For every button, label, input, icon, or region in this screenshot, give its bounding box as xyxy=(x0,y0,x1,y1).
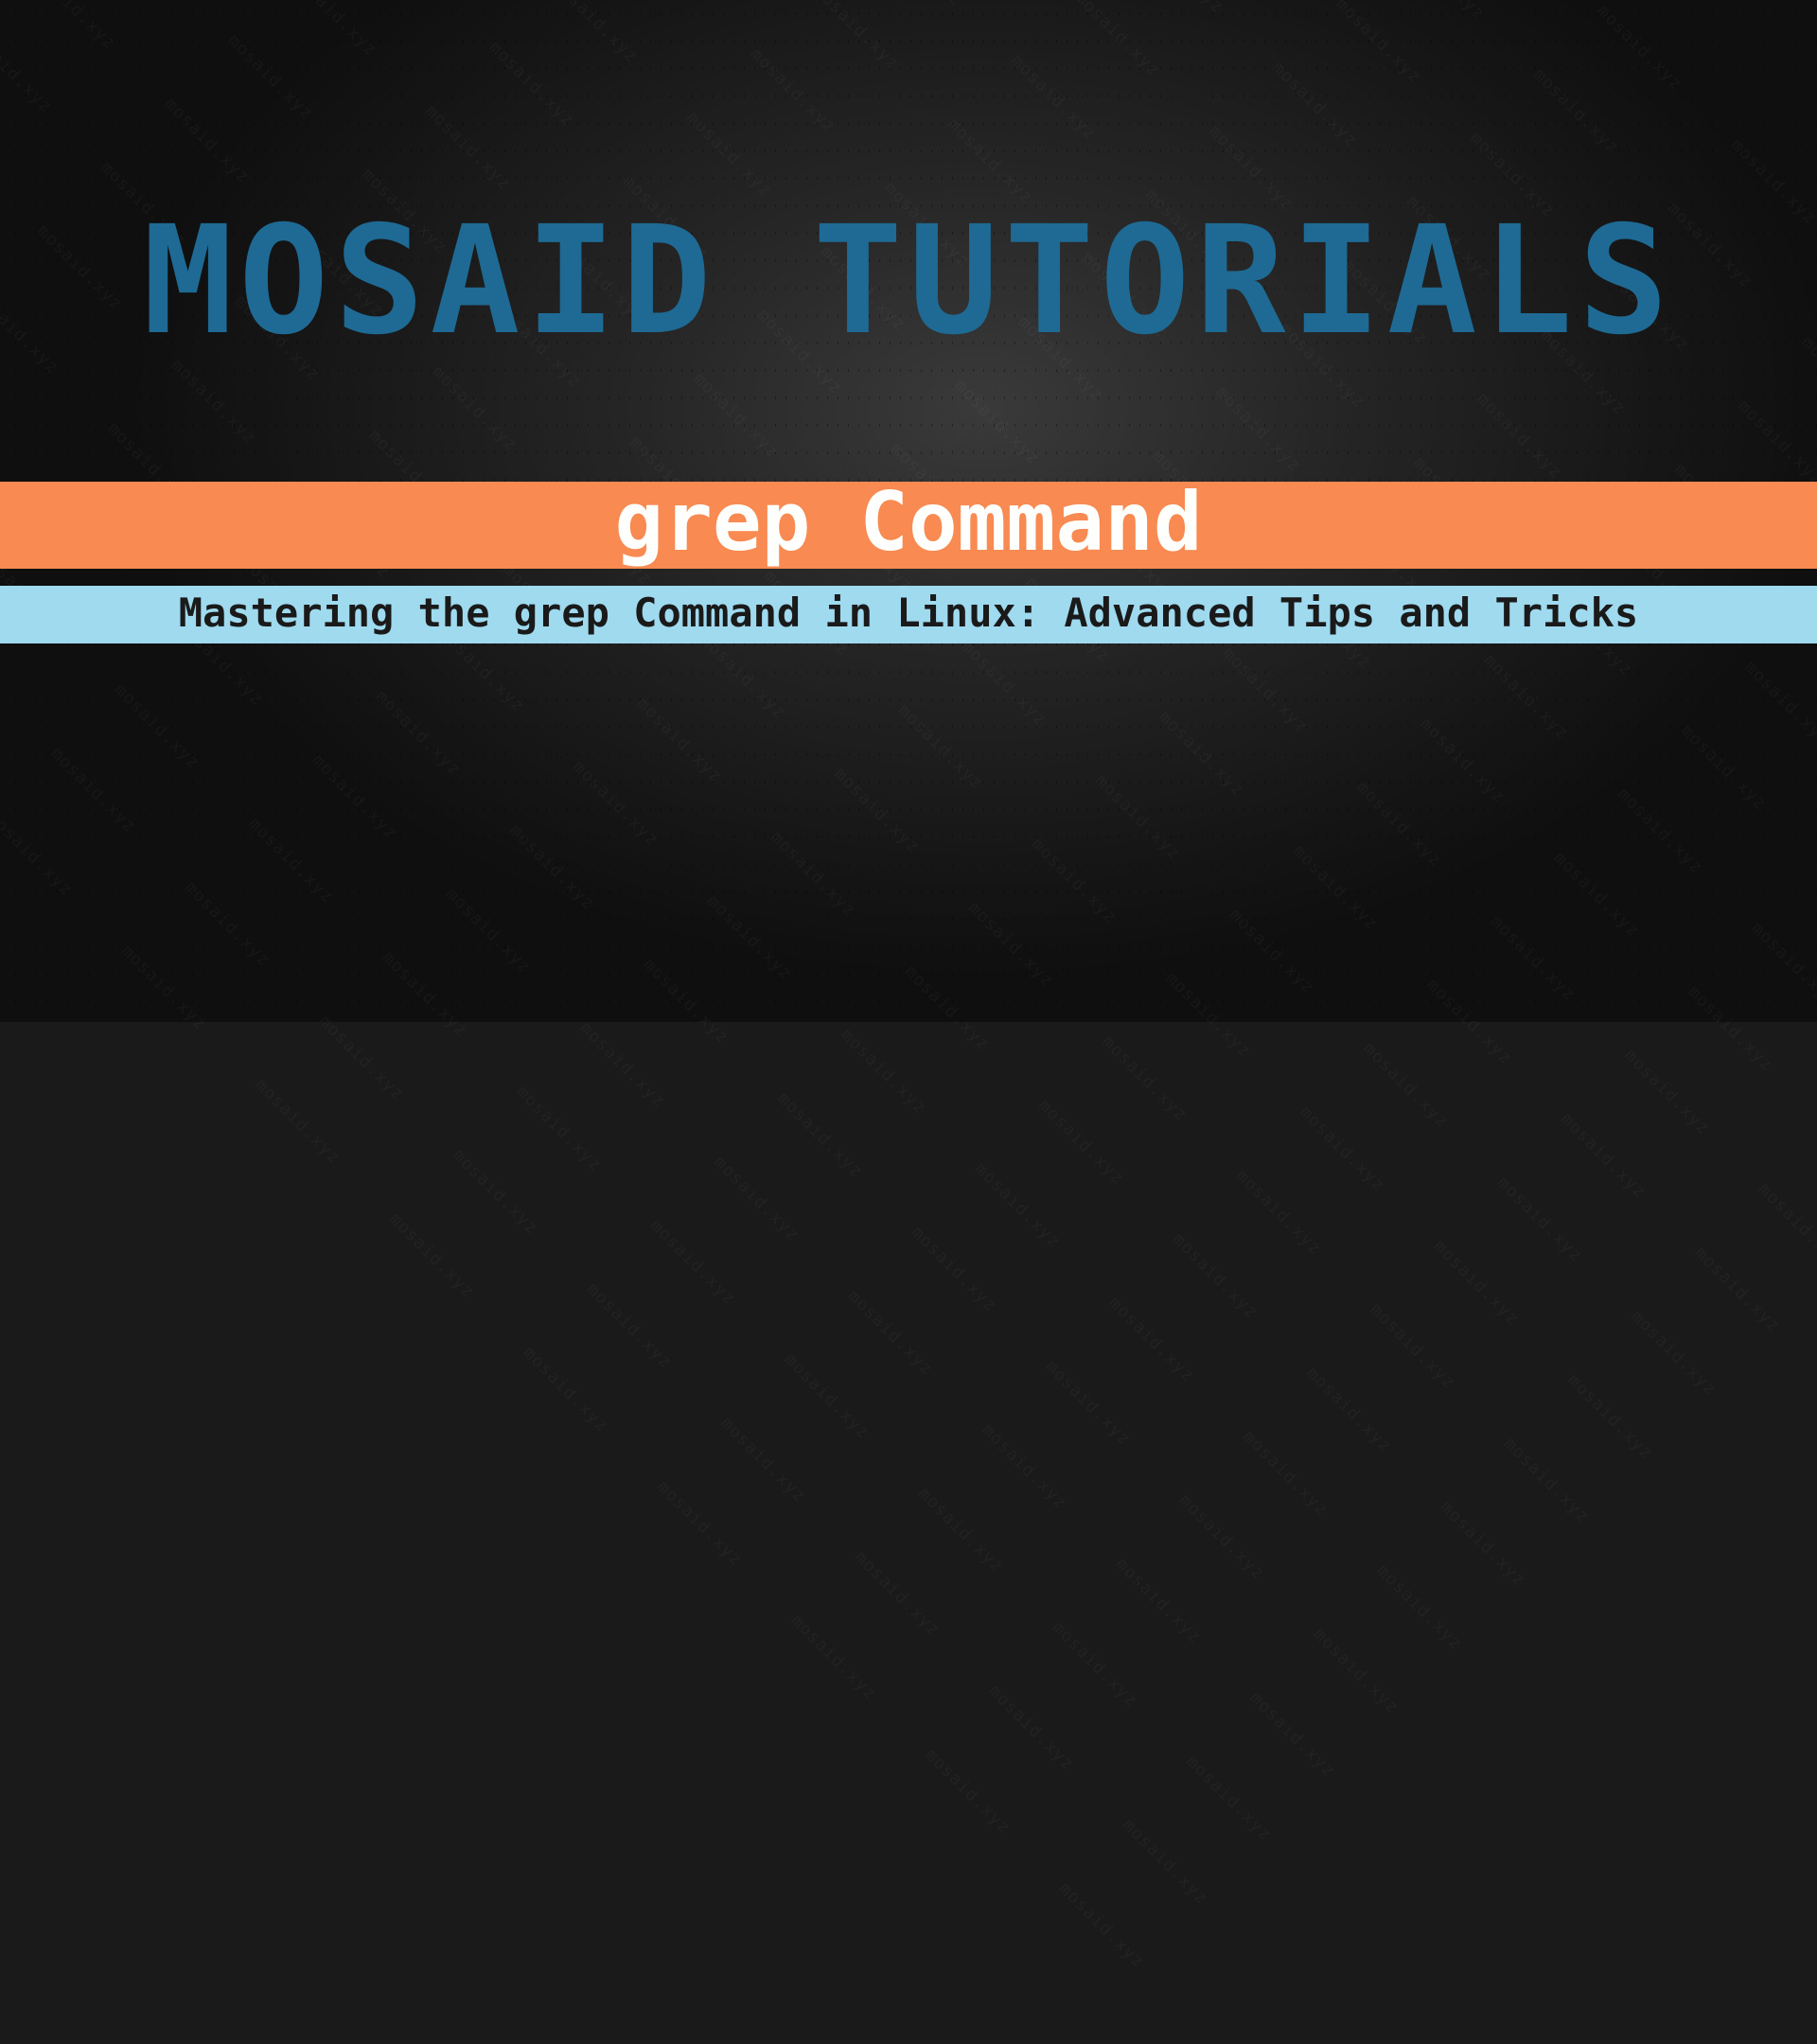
subtitle-banner: Mastering the grep Command in Linux: Adv… xyxy=(0,586,1817,643)
brand-title: MOSAID TUTORIALS xyxy=(143,194,1674,368)
thumbnail-card: MOSAID TUTORIALS grep Command Mastering … xyxy=(0,0,1817,1022)
topic-banner: grep Command xyxy=(0,482,1817,569)
